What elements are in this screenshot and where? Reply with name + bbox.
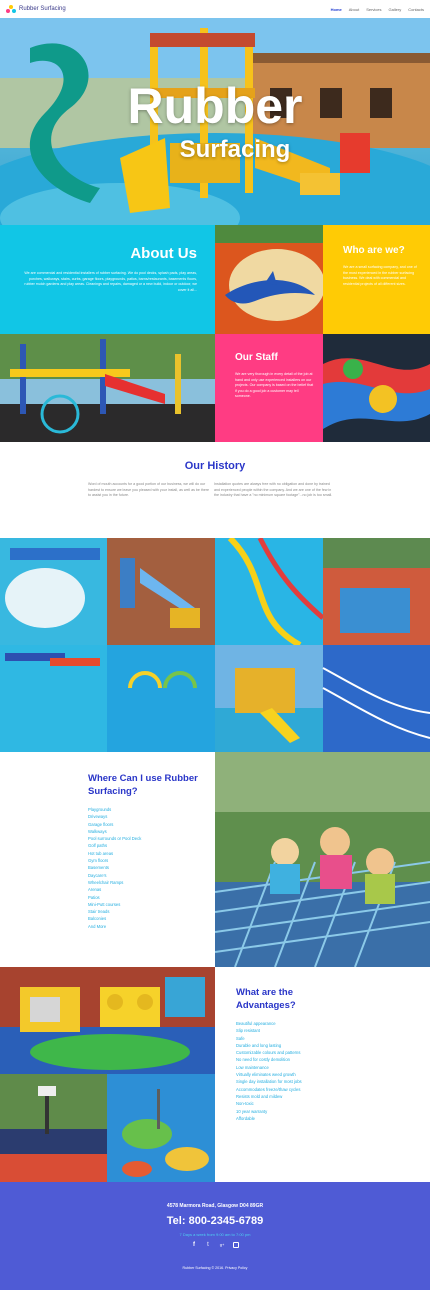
list-item: Arenas xyxy=(88,887,102,893)
splash-pad-image xyxy=(107,1074,215,1182)
main-menu: Home About Services Gallery Contacts xyxy=(331,7,424,12)
advantages-section: What are the Advantages? Beautiful appea… xyxy=(215,967,430,1182)
list-item: Pool surrounds or Pool Deck xyxy=(88,836,142,842)
uses-section: Where Can I use Rubber Surfacing? Playgr… xyxy=(0,752,215,967)
page: Rubber Surfacing Home About Services Gal… xyxy=(0,0,430,1290)
google-plus-icon[interactable]: g+ xyxy=(219,1242,225,1248)
history-title: Our History xyxy=(184,460,246,472)
instagram-icon[interactable] xyxy=(233,1242,239,1248)
list-item: Walkways xyxy=(88,828,107,834)
logo-dots-icon xyxy=(6,4,16,14)
list-item: Golf paths xyxy=(88,843,108,849)
dolphin-image xyxy=(215,225,323,334)
footer: 4578 Marmora Road, Glasgow D04 89GR Tel:… xyxy=(0,1182,430,1290)
footer-phone[interactable]: Tel: 800-2345-6789 xyxy=(0,1215,430,1227)
footer-address: 4578 Marmora Road, Glasgow D04 89GR xyxy=(166,1203,264,1209)
playground-slide-photo xyxy=(0,334,215,442)
history-section: Our History Word of mouth accounts for a… xyxy=(0,442,430,538)
list-item: Balconies xyxy=(88,916,107,922)
list-item: Patios xyxy=(88,894,100,900)
list-item: Beautiful appearance xyxy=(236,1021,276,1026)
list-item: Driveways xyxy=(88,814,108,820)
list-item: Safe xyxy=(236,1035,245,1041)
list-item: Hot tub areas xyxy=(88,850,114,856)
uses-list: Playgrounds Driveways Garage floors Walk… xyxy=(88,806,215,930)
staff-title: Our Staff xyxy=(235,352,278,363)
nav-contacts[interactable]: Contacts xyxy=(408,7,424,12)
list-item: Single day installation for most jobs xyxy=(236,1079,302,1085)
list-item: No need for costly demolition xyxy=(236,1057,290,1063)
list-item: Basements xyxy=(88,865,109,871)
nav-home[interactable]: Home xyxy=(331,7,342,12)
kids-climbing-photo xyxy=(215,752,430,967)
hero-title: Rubber xyxy=(127,78,303,134)
list-item: Affordable xyxy=(236,1115,256,1121)
list-item: 10 year warranty xyxy=(236,1108,268,1114)
slide-image xyxy=(0,334,215,442)
brand-name: Rubber Surfacing xyxy=(19,6,66,12)
list-item: Daycare's xyxy=(88,872,107,878)
list-item: Mini-Putt courses xyxy=(88,901,121,907)
who-title: Who are we? xyxy=(343,245,405,256)
history-col-2: Installation quotes are always free with… xyxy=(214,482,333,498)
history-col-1: Word of mouth accounts for a good portio… xyxy=(88,482,210,498)
list-item: Garage floors xyxy=(88,821,114,827)
list-item: Resists mold and mildew xyxy=(236,1093,283,1099)
social-links: f t g+ xyxy=(0,1242,430,1248)
about-section: About Us We are commercial and residenti… xyxy=(0,225,215,334)
top-navbar: Rubber Surfacing Home About Services Gal… xyxy=(0,0,430,18)
hero-banner: Rubber Surfacing xyxy=(0,18,430,225)
dolphin-surface-photo xyxy=(215,225,323,334)
logo[interactable]: Rubber Surfacing xyxy=(6,4,66,14)
advantages-title: What are the Advantages? xyxy=(236,987,296,1011)
kids-image xyxy=(215,752,430,967)
list-item: Customizable colours and patterns xyxy=(236,1050,301,1056)
staff-text: We are very thorough in every detail of … xyxy=(235,372,314,399)
court-photo xyxy=(0,1074,107,1182)
list-item: Wheelchair Ramps xyxy=(88,879,124,885)
list-item: Gym floors xyxy=(88,858,109,864)
who-section: Who are we? We are a small surfacing com… xyxy=(323,225,430,334)
about-title: About Us xyxy=(130,245,197,262)
nav-about[interactable]: About xyxy=(349,7,359,12)
list-item: Accommodates freeze/thaw cycles xyxy=(236,1086,301,1092)
advantages-list: Beautiful appearance Slip resistant Safe… xyxy=(236,1020,430,1122)
facebook-icon[interactable]: f xyxy=(191,1242,197,1248)
footer-copyright: Rubber Surfacing © 2016. Privacy Policy xyxy=(182,1266,248,1270)
hero-subtitle: Surfacing xyxy=(179,136,291,163)
court-image xyxy=(323,334,430,442)
play-area-image xyxy=(0,967,215,1074)
list-item: Virtually eliminates weed growth xyxy=(236,1072,296,1078)
footer-hours: 7 Days a week from 9:00 am to 7:00 pm xyxy=(179,1232,251,1237)
nav-gallery[interactable]: Gallery xyxy=(389,7,402,12)
colorful-court-photo xyxy=(323,334,430,442)
gallery-grid xyxy=(0,535,430,752)
nav-services[interactable]: Services xyxy=(366,7,381,12)
about-text: We are commercial and residential instal… xyxy=(24,271,197,292)
list-item: Non-toxic xyxy=(236,1101,254,1107)
list-item: Low maintenance xyxy=(236,1064,269,1070)
list-item: Stair treads xyxy=(88,909,110,915)
list-item: Slip resistant xyxy=(236,1028,260,1034)
who-text: We are a small surfacing company, and on… xyxy=(343,265,417,286)
court-image-2 xyxy=(0,1074,107,1182)
list-item: Durable and long lasting xyxy=(236,1042,282,1048)
gallery-images xyxy=(0,535,430,752)
play-area-photo xyxy=(0,967,215,1074)
list-item: And More xyxy=(88,923,107,929)
staff-section: Our Staff We are very thorough in every … xyxy=(215,334,323,442)
list-item: Playgrounds xyxy=(88,807,112,812)
uses-title: Where Can I use Rubber Surfacing? xyxy=(88,773,198,797)
twitter-icon[interactable]: t xyxy=(205,1242,211,1248)
splash-pad-photo xyxy=(107,1074,215,1182)
